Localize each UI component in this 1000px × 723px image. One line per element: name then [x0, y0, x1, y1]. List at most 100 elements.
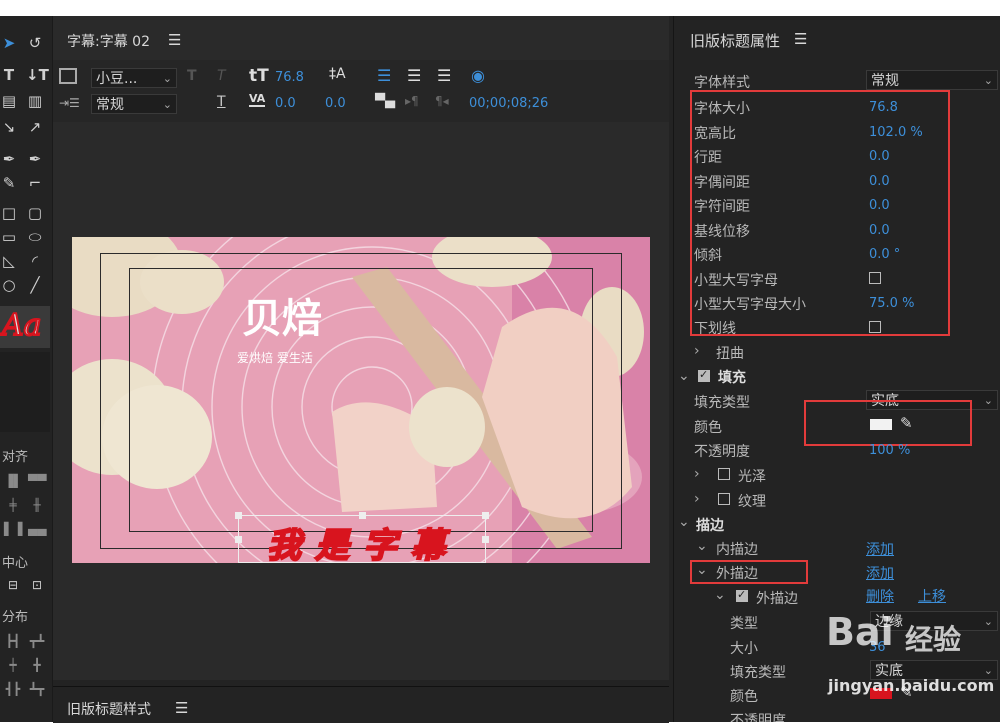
align-text-center-icon[interactable]: ☰: [407, 66, 421, 85]
resize-handle[interactable]: [482, 536, 489, 543]
align-top-icon[interactable]: ▀▀: [28, 472, 46, 490]
fill-color-label: 颜色: [694, 420, 722, 436]
tab-stops-icon[interactable]: ⇥☰: [59, 96, 80, 110]
style-swatch-preview[interactable]: Aa: [0, 306, 50, 348]
stroke-fill-type-label: 填充类型: [730, 665, 786, 681]
clipped-rect-tool-icon[interactable]: ▭: [0, 228, 18, 246]
area-type-tool-icon[interactable]: ▤: [0, 92, 18, 110]
font-family-value: 小豆...: [96, 71, 138, 87]
properties-title[interactable]: 旧版标题属性: [690, 30, 780, 51]
convert-anchor-tool-icon[interactable]: ⌐: [26, 174, 44, 192]
font-style-property-select[interactable]: 常规 ⌄: [866, 70, 998, 90]
font-size-value[interactable]: 76.8: [275, 70, 304, 85]
distribute-hcenter-icon[interactable]: ┿: [4, 656, 22, 674]
texture-checkbox[interactable]: [718, 493, 730, 505]
template-icon[interactable]: ¶◂: [435, 94, 449, 108]
inner-stroke-label[interactable]: 内描边: [716, 539, 758, 559]
rotate-tool-icon[interactable]: ↺: [26, 34, 44, 52]
distribute-bottom-icon[interactable]: ┻┳: [28, 680, 46, 698]
align-vcenter-icon[interactable]: ╫: [28, 496, 46, 514]
titler-menu-icon[interactable]: ☰: [168, 31, 181, 49]
stroke-opacity-label: 不透明度: [730, 713, 786, 722]
align-left-icon[interactable]: ▐▌: [4, 472, 22, 490]
kerning-value[interactable]: 0.0: [275, 96, 296, 111]
center-vertical-icon[interactable]: ⊡: [28, 576, 46, 594]
center-section-label: 中心: [2, 556, 29, 571]
rounded-corner-tool-icon[interactable]: ⬭: [26, 228, 44, 246]
title-styles-menu-icon[interactable]: ☰: [175, 699, 188, 717]
resize-handle[interactable]: [482, 512, 489, 519]
arc-tool-icon[interactable]: ◜: [26, 252, 44, 270]
selection-tool-icon[interactable]: ➤: [0, 34, 18, 52]
pen-tool-icon[interactable]: ✒: [0, 150, 18, 168]
chevron-right-icon[interactable]: ›: [694, 491, 700, 507]
chevron-down-icon[interactable]: ⌄: [714, 587, 726, 603]
align-section-label: 对齐: [2, 450, 29, 465]
align-hcenter-icon[interactable]: ╪: [4, 496, 22, 514]
type-tool-icon[interactable]: T: [0, 66, 18, 84]
tab-stop-icon[interactable]: ▀▄: [375, 94, 395, 109]
gloss-section[interactable]: 光泽: [738, 466, 766, 486]
ellipse-tool-icon[interactable]: ○: [0, 276, 18, 294]
chevron-right-icon[interactable]: ›: [694, 343, 700, 359]
align-right-icon[interactable]: ▌▐: [4, 520, 22, 538]
rectangle-tool-icon[interactable]: □: [0, 204, 18, 222]
align-text-left-icon[interactable]: ☰: [377, 66, 391, 85]
fill-section[interactable]: 填充: [718, 367, 746, 387]
add-inner-stroke-link[interactable]: 添加: [866, 539, 894, 559]
chevron-down-icon[interactable]: ⌄: [678, 368, 690, 384]
underline-icon[interactable]: T: [217, 94, 226, 110]
resize-handle[interactable]: [359, 512, 366, 519]
chevron-down-icon[interactable]: ⌄: [678, 514, 690, 530]
title-styles-tab[interactable]: 旧版标题样式: [67, 699, 151, 719]
align-text-right-icon[interactable]: ☰: [437, 66, 451, 85]
resize-handle[interactable]: [235, 536, 242, 543]
chevron-down-icon[interactable]: ⌄: [696, 538, 708, 554]
leading-value[interactable]: 0.0: [325, 96, 346, 111]
center-horizontal-icon[interactable]: ⊟: [4, 576, 22, 594]
caption-text[interactable]: 我是字幕: [239, 518, 487, 563]
vertical-area-type-tool-icon[interactable]: ▥: [26, 92, 44, 110]
background-video-icon[interactable]: [59, 68, 77, 84]
vertical-type-tool-icon[interactable]: ↓T: [26, 66, 49, 84]
rounded-rect-tool-icon[interactable]: ▢: [26, 204, 44, 222]
timecode-value[interactable]: 00;00;08;26: [469, 96, 548, 111]
font-style-select[interactable]: 常规 ⌄: [91, 94, 177, 114]
distort-section[interactable]: 扭曲: [716, 343, 744, 363]
chevron-down-icon: ⌄: [983, 615, 993, 628]
add-anchor-tool-icon[interactable]: ✒: [26, 150, 44, 168]
style-swatch-text: Aa: [1, 307, 43, 344]
roll-crawl-icon[interactable]: ▸¶: [405, 94, 419, 108]
distribute-right-icon[interactable]: ┫┣: [4, 680, 22, 698]
delete-anchor-tool-icon[interactable]: ✎: [0, 174, 18, 192]
line-tool-icon[interactable]: ╱: [26, 276, 44, 294]
distribute-vcenter-icon[interactable]: ╋: [28, 656, 46, 674]
video-preview-canvas[interactable]: 贝焙 爱烘焙 爱生活 我是字幕: [72, 237, 650, 563]
path-type-tool-icon[interactable]: ↘: [0, 118, 18, 136]
wedge-tool-icon[interactable]: ◺: [0, 252, 18, 270]
vertical-path-type-tool-icon[interactable]: ↗: [26, 118, 44, 136]
show-video-icon[interactable]: ◉: [471, 66, 485, 85]
gloss-checkbox[interactable]: [718, 468, 730, 480]
move-up-stroke-link[interactable]: 上移: [918, 586, 946, 606]
fill-opacity-value[interactable]: 100 %: [869, 443, 910, 458]
titler-tab-title[interactable]: 字幕:字幕 02: [67, 31, 150, 51]
fill-checkbox[interactable]: [698, 368, 710, 382]
delete-stroke-link[interactable]: 删除: [866, 586, 894, 606]
italic-icon[interactable]: T: [217, 68, 226, 84]
align-bottom-icon[interactable]: ▄▄: [28, 520, 46, 538]
bold-icon[interactable]: T: [187, 68, 197, 84]
font-family-select[interactable]: 小豆... ⌄: [91, 68, 177, 88]
add-outer-stroke-link[interactable]: 添加: [866, 563, 894, 583]
distribute-top-icon[interactable]: ┳┻: [28, 632, 46, 650]
resize-handle[interactable]: [235, 512, 242, 519]
texture-section[interactable]: 纹理: [738, 491, 766, 511]
font-style-property-value: 常规: [871, 73, 899, 89]
chevron-right-icon[interactable]: ›: [694, 466, 700, 482]
stroke-section[interactable]: 描边: [696, 515, 724, 535]
stroke-type-label: 类型: [730, 616, 758, 632]
caption-text-box[interactable]: 我是字幕: [235, 512, 489, 563]
distribute-left-icon[interactable]: ┣┫: [4, 632, 22, 650]
properties-menu-icon[interactable]: ☰: [794, 30, 807, 48]
outer-stroke-checkbox[interactable]: [736, 588, 748, 602]
